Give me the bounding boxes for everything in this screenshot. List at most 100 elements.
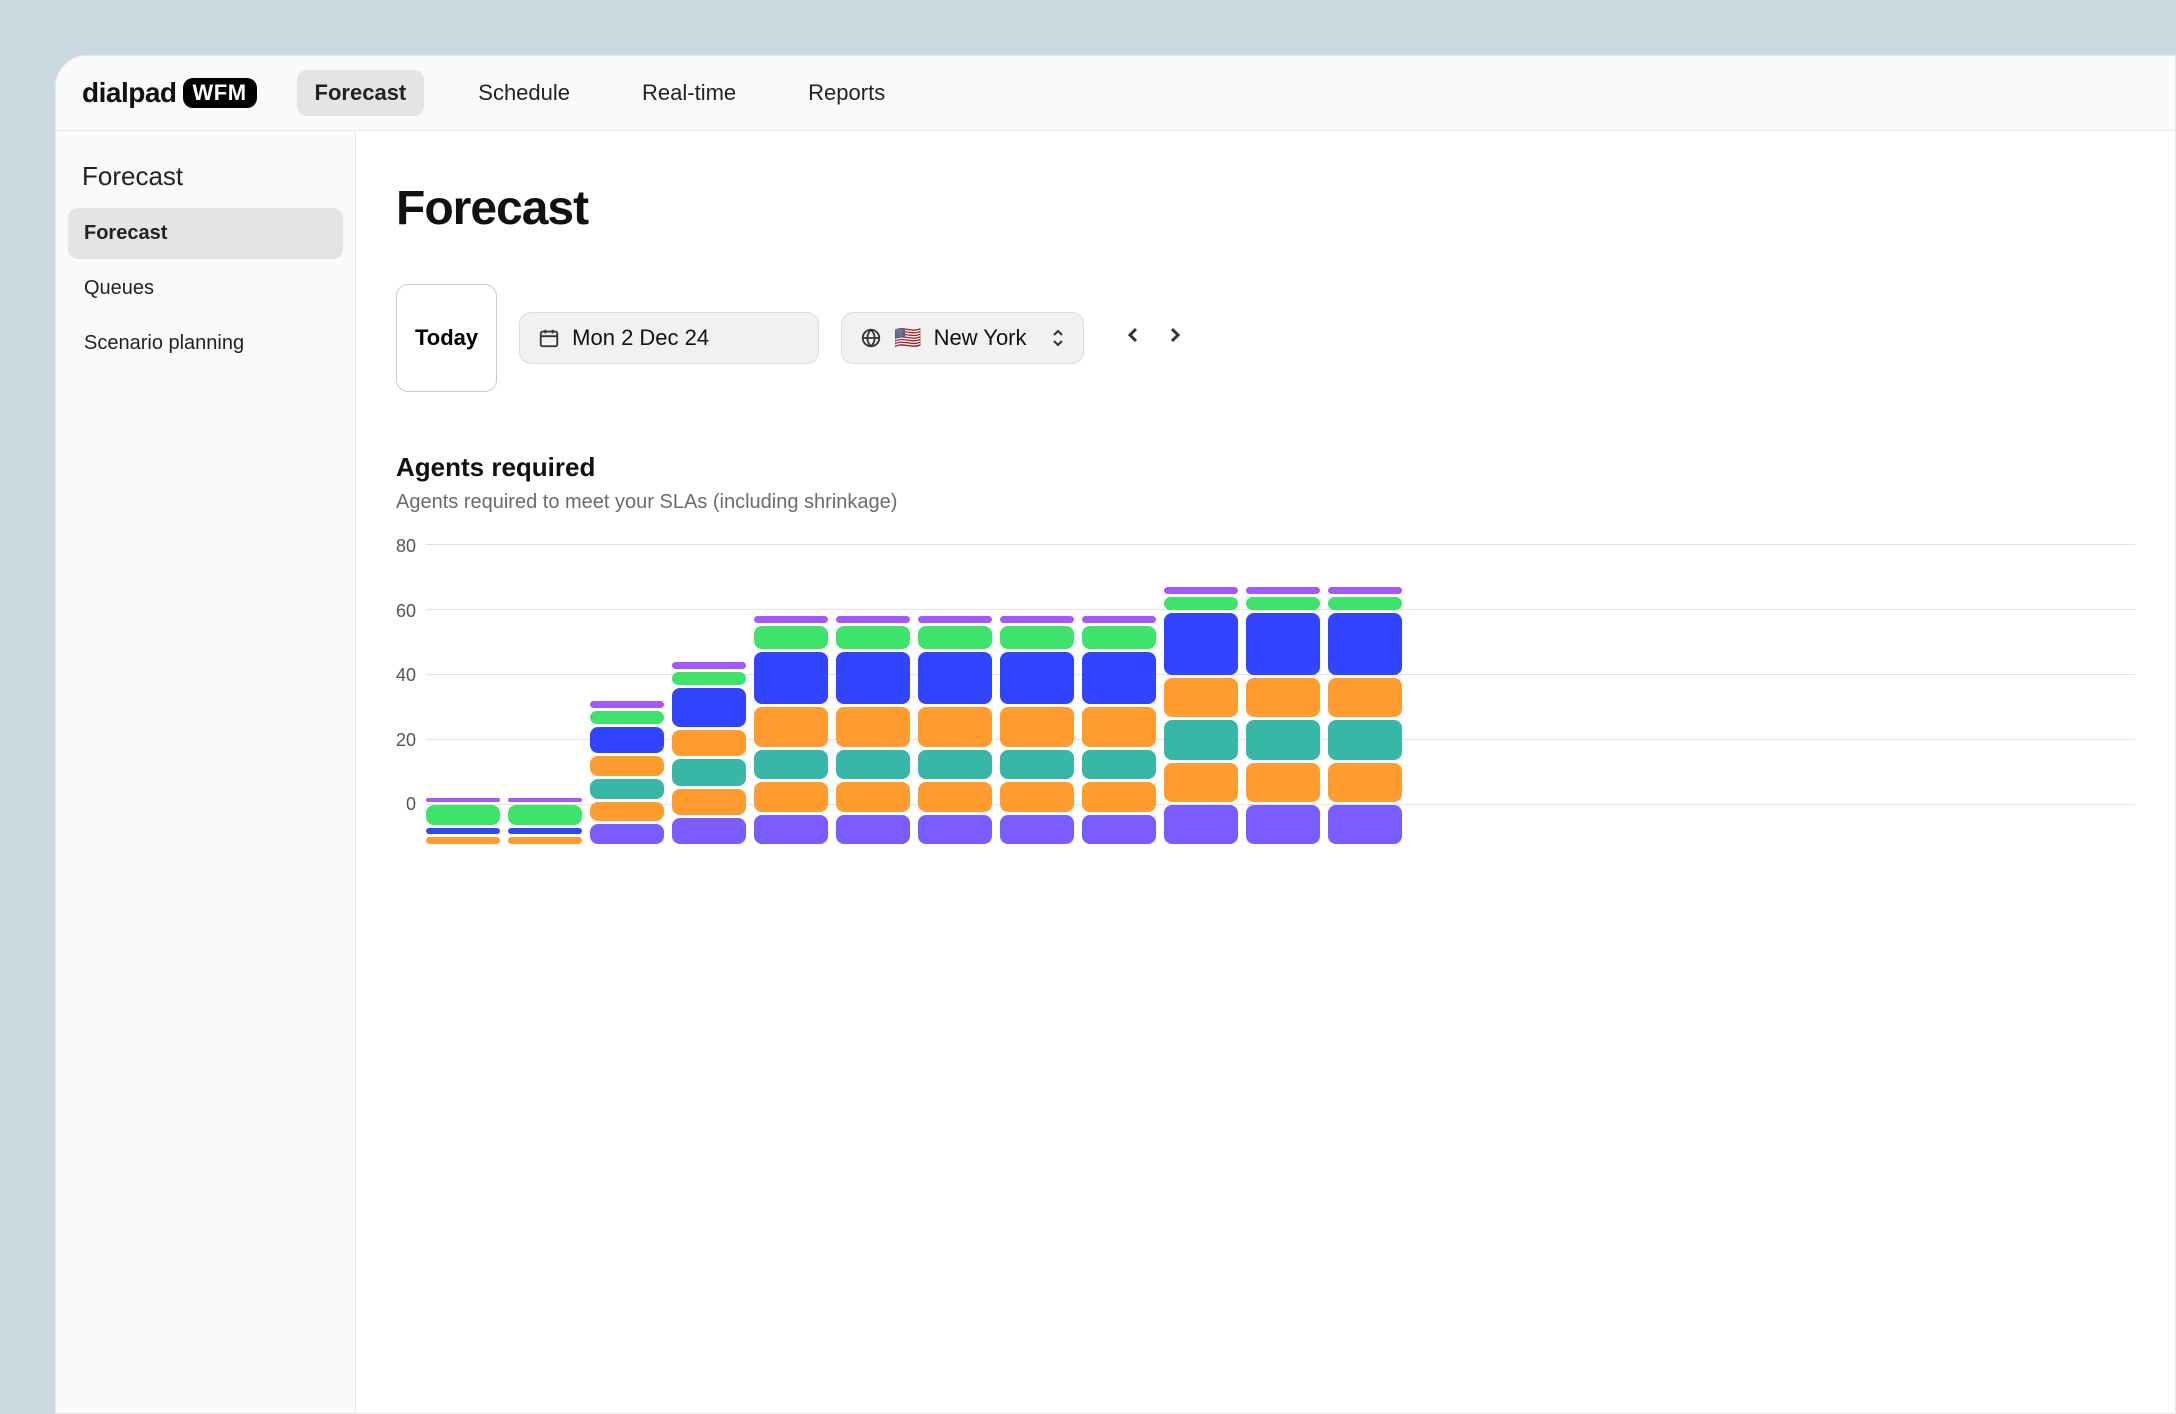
bar-segment (590, 711, 664, 724)
bar-segment (918, 815, 992, 845)
bar-segment (1328, 678, 1402, 717)
brand-badge: WFM (183, 78, 257, 108)
sidebar-item-queues[interactable]: Queues (68, 263, 343, 314)
bar-segment (426, 828, 500, 835)
topbar: dialpad WFM Forecast Schedule Real-time … (56, 56, 2175, 131)
bar-column (1328, 587, 1402, 844)
nav-label: Forecast (315, 80, 407, 105)
bar-segment (1328, 613, 1402, 675)
date-nav-arrows (1126, 325, 1182, 351)
nav-reports[interactable]: Reports (790, 70, 903, 116)
globe-icon (860, 327, 882, 349)
bar-segment (672, 672, 746, 685)
bar-segment (1328, 763, 1402, 802)
bar-segment (918, 652, 992, 704)
next-button[interactable] (1168, 325, 1182, 351)
bar-segment (836, 782, 910, 812)
nav-forecast[interactable]: Forecast (297, 70, 425, 116)
bar-segment (1082, 815, 1156, 845)
bar-segment (1000, 750, 1074, 780)
sidebar-item-label: Queues (84, 277, 154, 299)
sidebar: Forecast Forecast Queues Scenario planni… (56, 131, 356, 1413)
bar-segment (918, 616, 992, 623)
date-label: Mon 2 Dec 24 (572, 325, 709, 351)
sidebar-item-label: Scenario planning (84, 332, 244, 354)
bar-segment (918, 782, 992, 812)
bar-segment (1000, 707, 1074, 746)
bar-segment (754, 652, 828, 704)
bar-segment (590, 802, 664, 822)
bar-segment (1164, 587, 1238, 594)
bar-column (672, 662, 746, 844)
bar-segment (1000, 652, 1074, 704)
bar-column (1246, 587, 1320, 844)
bar-column (754, 616, 828, 844)
bar-segment (1246, 678, 1320, 717)
bar-segment (672, 789, 746, 815)
top-nav: Forecast Schedule Real-time Reports (297, 70, 904, 116)
bar-column (590, 701, 664, 844)
nav-schedule[interactable]: Schedule (460, 70, 588, 116)
today-label: Today (415, 325, 478, 350)
bar-segment (1000, 782, 1074, 812)
bar-segment (1164, 678, 1238, 717)
bar-segment (672, 759, 746, 785)
bar-segment (1246, 805, 1320, 844)
today-button[interactable]: Today (396, 284, 497, 392)
bar-segment (836, 750, 910, 780)
bar-segment (508, 805, 582, 825)
date-picker[interactable]: Mon 2 Dec 24 (519, 312, 819, 364)
brand-name: dialpad (82, 77, 177, 109)
bar-segment (1164, 720, 1238, 759)
bar-segment (1246, 587, 1320, 594)
bar-segment (754, 750, 828, 780)
bar-segment (836, 815, 910, 845)
bar-segment (836, 652, 910, 704)
calendar-icon (538, 327, 560, 349)
bar-segment (590, 779, 664, 799)
bar-segment (918, 707, 992, 746)
bar-column (426, 798, 500, 844)
bar-segment (1328, 597, 1402, 610)
nav-label: Real-time (642, 80, 736, 105)
timezone-flag: 🇺🇸 (894, 325, 921, 351)
bar-segment (590, 727, 664, 753)
agents-required-chart: 806040200 (396, 544, 2135, 844)
bar-segment (1164, 805, 1238, 844)
timezone-label: New York (934, 325, 1027, 351)
bar-segment (1000, 626, 1074, 649)
main: Forecast Today Mon 2 Dec 24 (356, 131, 2175, 1413)
bar-segment (1246, 763, 1320, 802)
bar-column (1000, 616, 1074, 844)
bar-segment (508, 828, 582, 835)
bar-segment (426, 837, 500, 844)
nav-realtime[interactable]: Real-time (624, 70, 754, 116)
bar-segment (1082, 707, 1156, 746)
bar-segment (1246, 720, 1320, 759)
bar-segment (1000, 616, 1074, 623)
bar-segment (754, 782, 828, 812)
bar-segment (590, 824, 664, 844)
bars-container (426, 544, 2135, 844)
y-axis: 806040200 (396, 544, 416, 804)
bar-column (836, 616, 910, 844)
bar-segment (836, 707, 910, 746)
bar-segment (754, 707, 828, 746)
brand-logo: dialpad WFM (82, 77, 257, 109)
prev-button[interactable] (1126, 325, 1140, 351)
bar-segment (1328, 587, 1402, 594)
bar-segment (508, 837, 582, 844)
sidebar-item-forecast[interactable]: Forecast (68, 208, 343, 259)
bar-segment (1082, 652, 1156, 704)
bar-segment (1082, 750, 1156, 780)
bar-segment (1164, 613, 1238, 675)
body: Forecast Forecast Queues Scenario planni… (56, 131, 2175, 1413)
nav-label: Schedule (478, 80, 570, 105)
bar-segment (1082, 782, 1156, 812)
sidebar-item-scenario-planning[interactable]: Scenario planning (68, 318, 343, 369)
bar-segment (1164, 597, 1238, 610)
timezone-picker[interactable]: 🇺🇸 New York (841, 312, 1083, 364)
nav-label: Reports (808, 80, 885, 105)
bar-segment (1164, 763, 1238, 802)
bar-segment (1246, 597, 1320, 610)
